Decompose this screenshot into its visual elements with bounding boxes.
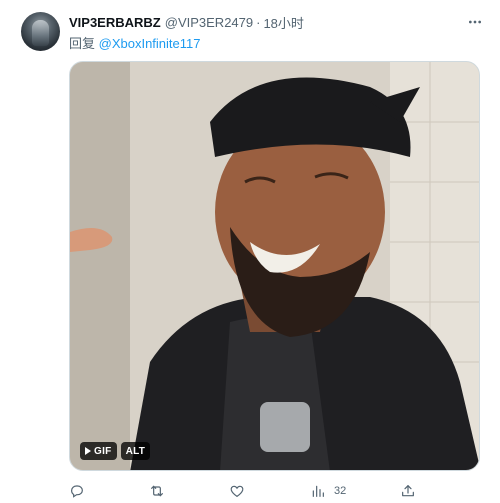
more-horizontal-icon[interactable] [466, 13, 484, 31]
display-name[interactable]: VIP3ERBARBZ [69, 15, 161, 30]
play-icon [85, 447, 91, 455]
heart-icon [230, 485, 244, 498]
media-badges: GIF ALT [80, 442, 151, 460]
action-bar: 32 [69, 481, 480, 501]
tweet-header: VIP3ERBARBZ @VIP3ER2479 · 18小时 [69, 13, 304, 32]
like-button[interactable] [229, 481, 245, 501]
bar-chart-icon [312, 485, 324, 497]
media-gif[interactable]: GIF ALT [69, 61, 480, 471]
user-handle[interactable]: @VIP3ER2479 [165, 15, 253, 30]
reply-mention-link[interactable]: @XboxInfinite117 [99, 36, 201, 51]
avatar-figure [32, 20, 49, 46]
reply-prefix: 回复 [69, 36, 96, 51]
timestamp[interactable]: 18小时 [263, 13, 303, 32]
retweet-icon [151, 485, 163, 497]
retweet-button[interactable] [149, 481, 165, 501]
separator-dot: · [256, 14, 261, 30]
gif-badge-label: GIF [94, 445, 112, 457]
alt-badge[interactable]: ALT [120, 442, 151, 460]
views-count: 32 [334, 485, 347, 497]
alt-badge-label: ALT [125, 445, 146, 457]
avatar[interactable] [21, 12, 60, 51]
tweet[interactable]: VIP3ERBARBZ @VIP3ER2479 · 18小时 回复 @XboxI… [0, 0, 500, 503]
share-button[interactable] [400, 481, 416, 501]
gif-frame-image [70, 62, 479, 470]
gif-badge[interactable]: GIF [80, 442, 117, 460]
share-icon [402, 485, 414, 497]
reply-button[interactable] [69, 481, 85, 501]
comment-icon [71, 485, 83, 498]
views-button[interactable]: 32 [310, 481, 346, 501]
reply-context: 回复 @XboxInfinite117 [69, 33, 201, 52]
